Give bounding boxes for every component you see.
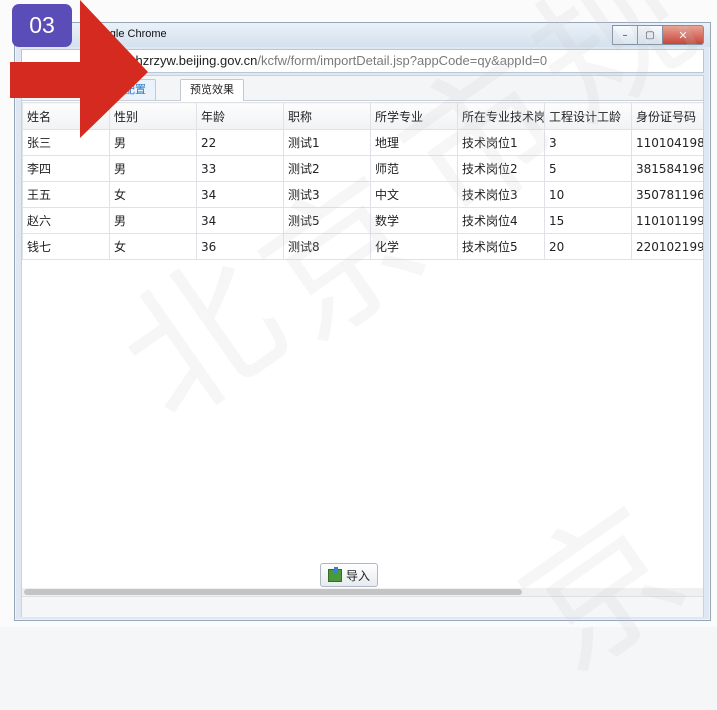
footer-bar bbox=[22, 596, 703, 617]
table-row[interactable]: 王五 女 34 测试3 中文 技术岗位3 10 35078119640 bbox=[22, 181, 703, 208]
page-content: 配置 预览效果 姓名 性别 年龄 职称 所学专业 所在专业技术岗 工程设计工龄 … bbox=[21, 75, 704, 617]
cell-years: 15 bbox=[544, 207, 632, 234]
import-icon bbox=[327, 566, 342, 582]
cell-position: 技术岗位4 bbox=[457, 207, 545, 234]
scrollbar-thumb[interactable] bbox=[24, 589, 522, 595]
cell-name: 王五 bbox=[22, 181, 110, 208]
cell-title: 测试8 bbox=[283, 233, 371, 260]
import-button[interactable]: 导入 bbox=[320, 563, 378, 587]
cell-title: 测试2 bbox=[283, 155, 371, 182]
import-button-label: 导入 bbox=[345, 568, 370, 583]
cell-name: 李四 bbox=[22, 155, 110, 182]
url-path: /kcfw/form/importDetail.jsp?appCode=qy&a… bbox=[257, 53, 548, 68]
table-row[interactable]: 李四 男 33 测试2 师范 技术岗位2 5 38158419630 bbox=[22, 155, 703, 182]
cell-title: 测试5 bbox=[283, 207, 371, 234]
cell-years: 20 bbox=[544, 233, 632, 260]
cell-age: 34 bbox=[196, 181, 284, 208]
cell-name: 钱七 bbox=[22, 233, 110, 260]
cell-major: 数学 bbox=[370, 207, 458, 234]
preview-grid: 姓名 性别 年龄 职称 所学专业 所在专业技术岗 工程设计工龄 身份证号码 张三 bbox=[22, 102, 703, 582]
cell-name: 赵六 bbox=[22, 207, 110, 234]
screen: Google Chrome – ▢ ✕ wu.ghzrzyw.beijing.g… bbox=[0, 0, 717, 704]
header-major[interactable]: 所学专业 bbox=[370, 102, 458, 130]
horizontal-scrollbar[interactable] bbox=[22, 588, 703, 596]
table-row[interactable]: 钱七 女 36 测试8 化学 技术岗位5 20 22010219900 bbox=[22, 233, 703, 260]
table-row[interactable]: 赵六 男 34 测试5 数学 技术岗位4 15 11010119900 bbox=[22, 207, 703, 234]
header-years[interactable]: 工程设计工龄 bbox=[544, 102, 632, 130]
cell-gender: 女 bbox=[109, 181, 197, 208]
cell-id-number: 11010119900 bbox=[631, 207, 703, 234]
cell-age: 33 bbox=[196, 155, 284, 182]
cell-major: 中文 bbox=[370, 181, 458, 208]
cell-age: 34 bbox=[196, 207, 284, 234]
cell-major: 地理 bbox=[370, 129, 458, 156]
minimize-button[interactable]: – bbox=[612, 25, 637, 45]
header-position[interactable]: 所在专业技术岗 bbox=[457, 102, 545, 130]
cell-title: 测试3 bbox=[283, 181, 371, 208]
cell-position: 技术岗位2 bbox=[457, 155, 545, 182]
cell-gender: 男 bbox=[109, 207, 197, 234]
cell-age: 22 bbox=[196, 129, 284, 156]
cell-years: 10 bbox=[544, 181, 632, 208]
cell-id-number: 35078119640 bbox=[631, 181, 703, 208]
cell-title: 测试1 bbox=[283, 129, 371, 156]
header-id-number[interactable]: 身份证号码 bbox=[631, 102, 703, 130]
close-button[interactable]: ✕ bbox=[662, 25, 704, 45]
cell-years: 5 bbox=[544, 155, 632, 182]
maximize-button[interactable]: ▢ bbox=[637, 25, 662, 45]
header-title[interactable]: 职称 bbox=[283, 102, 371, 130]
header-age[interactable]: 年龄 bbox=[196, 102, 284, 130]
cell-gender: 女 bbox=[109, 233, 197, 260]
window-controls: – ▢ ✕ bbox=[612, 25, 704, 45]
step-badge: 03 bbox=[12, 4, 72, 47]
cell-position: 技术岗位5 bbox=[457, 233, 545, 260]
cell-position: 技术岗位3 bbox=[457, 181, 545, 208]
cell-years: 3 bbox=[544, 129, 632, 156]
cell-position: 技术岗位1 bbox=[457, 129, 545, 156]
cell-id-number: 11010419851 bbox=[631, 129, 703, 156]
cell-gender: 男 bbox=[109, 155, 197, 182]
cell-major: 化学 bbox=[370, 233, 458, 260]
cell-id-number: 38158419630 bbox=[631, 155, 703, 182]
cell-id-number: 22010219900 bbox=[631, 233, 703, 260]
cell-major: 师范 bbox=[370, 155, 458, 182]
cell-age: 36 bbox=[196, 233, 284, 260]
